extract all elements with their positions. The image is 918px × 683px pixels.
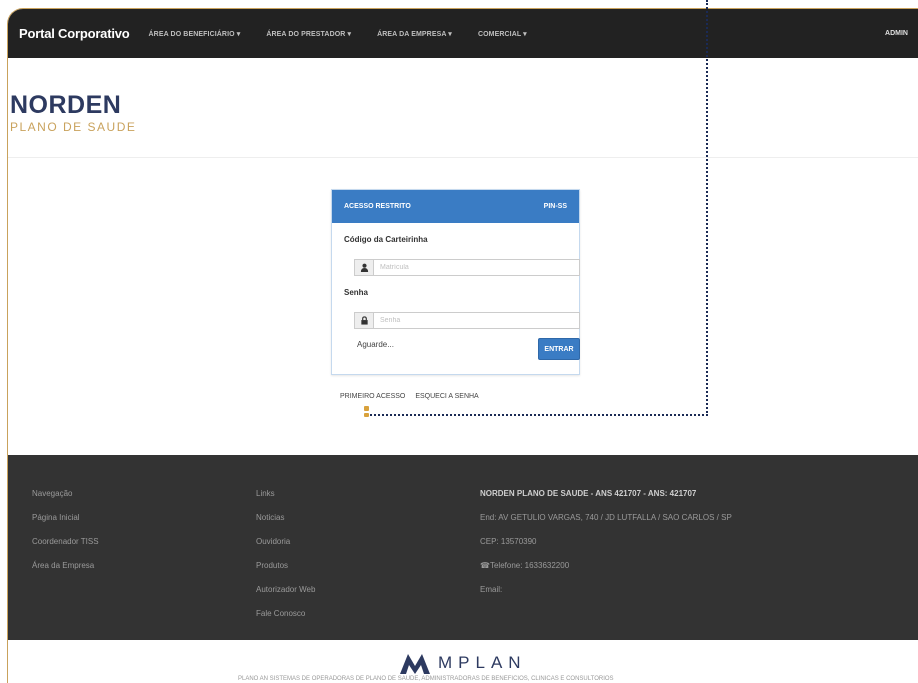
nav-admin[interactable]: ADMIN xyxy=(885,30,908,37)
password-label: Senha xyxy=(344,288,369,297)
annotation-marker-bottom xyxy=(364,413,369,417)
forgot-password-link[interactable]: ESQUECI A SENHA xyxy=(415,393,478,400)
footer-link-web-authorizer[interactable]: Autorizador Web xyxy=(256,585,315,609)
norden-logo[interactable]: NORDEN xyxy=(10,91,121,120)
footer-link-contact[interactable]: Fale Conosco xyxy=(256,609,315,633)
mplan-text: MPLAN xyxy=(438,653,527,672)
nav-beneficiario[interactable]: ÁREA DO BENEFICIÁRIO ▾ xyxy=(149,30,241,38)
browser-frame: Portal Corporativo ÁREA DO BENEFICIÁRIO … xyxy=(7,8,918,683)
footer-cep: CEP: 13570390 xyxy=(480,537,537,546)
card-number-input[interactable] xyxy=(374,259,580,276)
footer-link-ombudsman[interactable]: Ouvidoria xyxy=(256,537,315,561)
login-code: PIN-SS xyxy=(543,203,567,210)
nav-prestador[interactable]: ÁREA DO PRESTADOR ▾ xyxy=(266,30,351,38)
nav-menu: ÁREA DO BENEFICIÁRIO ▾ ÁREA DO PRESTADOR… xyxy=(149,30,553,38)
card-label: Código da Carteirinha xyxy=(344,235,428,244)
annotation-dotted-horizontal xyxy=(366,414,708,416)
footer-link-news[interactable]: Noticias xyxy=(256,513,315,537)
portal-brand[interactable]: Portal Corporativo xyxy=(19,26,130,41)
top-navbar: Portal Corporativo ÁREA DO BENEFICIÁRIO … xyxy=(8,9,918,58)
annotation-dotted-vertical xyxy=(706,0,708,416)
footer: Navegação Página Inicial Coordenador TIS… xyxy=(8,455,918,640)
bottom-bar: MPLAN PLANO AN SISTEMAS DE OPERADORAS DE… xyxy=(8,640,918,683)
status-text: Aguarde... xyxy=(357,340,394,349)
card-input-group xyxy=(354,259,580,276)
footer-link-company[interactable]: Área da Empresa xyxy=(32,561,99,585)
mplan-logo[interactable]: MPLAN xyxy=(400,652,527,674)
footer-heading-links: Links xyxy=(256,489,275,498)
footer-company-title: NORDEN PLANO DE SAUDE - ANS 421707 - ANS… xyxy=(480,489,697,498)
footer-link-tiss[interactable]: Coordenador TISS xyxy=(32,537,99,561)
login-links: PRIMEIRO ACESSO ESQUECI A SENHA xyxy=(340,393,487,400)
nav-empresa[interactable]: ÁREA DA EMPRESA ▾ xyxy=(377,30,452,38)
footer-col-links: Links Noticias Ouvidoria Produtos Autori… xyxy=(256,489,315,633)
footer-phone: ☎Telefone: 1633632200 xyxy=(480,561,570,570)
first-access-link[interactable]: PRIMEIRO ACESSO xyxy=(340,393,405,400)
mplan-tagline: PLANO AN SISTEMAS DE OPERADORAS DE PLANO… xyxy=(238,676,614,682)
footer-col-contact: NORDEN PLANO DE SAUDE - ANS 421707 - ANS… xyxy=(480,489,732,609)
password-input-group xyxy=(354,312,580,329)
footer-email: Email: xyxy=(480,585,503,594)
lock-icon xyxy=(354,312,374,329)
login-panel-header: ACESSO RESTRITO PIN-SS xyxy=(332,190,579,223)
footer-col-navigation: Navegação Página Inicial Coordenador TIS… xyxy=(32,489,99,585)
footer-link-products[interactable]: Produtos xyxy=(256,561,315,585)
footer-link-home[interactable]: Página Inicial xyxy=(32,513,99,537)
login-title: ACESSO RESTRITO xyxy=(344,203,411,210)
footer-address: End: AV GETULIO VARGAS, 740 / JD LUTFALL… xyxy=(480,513,732,522)
user-icon xyxy=(354,259,374,276)
annotation-marker-top xyxy=(364,406,369,411)
enter-button[interactable]: ENTRAR xyxy=(538,338,580,360)
password-input[interactable] xyxy=(374,312,580,329)
header: NORDEN PLANO DE SAUDE xyxy=(8,58,918,158)
norden-logo-subtitle: PLANO DE SAUDE xyxy=(10,120,137,134)
mplan-mark-icon xyxy=(400,654,430,674)
nav-comercial[interactable]: COMERCIAL ▾ xyxy=(478,30,527,38)
login-panel: ACESSO RESTRITO PIN-SS Código da Carteir… xyxy=(331,189,580,375)
footer-heading-navigation: Navegação xyxy=(32,489,73,498)
